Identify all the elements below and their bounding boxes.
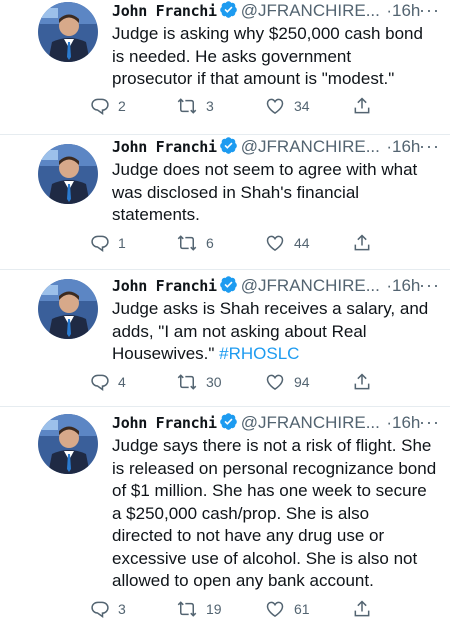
tweet-body: Judge says there is not a risk of flight… <box>112 436 437 590</box>
timestamp[interactable]: 16h <box>392 413 420 432</box>
reply-icon <box>91 235 109 252</box>
timestamp[interactable]: 16h <box>392 276 420 295</box>
like-button[interactable]: 61 <box>264 598 310 620</box>
avatar[interactable] <box>38 279 98 339</box>
tweet-text: Judge does not seem to agree with what w… <box>112 159 442 227</box>
share-button[interactable] <box>352 598 372 620</box>
retweet-button[interactable]: 6 <box>176 232 214 254</box>
verified-badge-icon <box>219 412 238 434</box>
more-options-icon[interactable]: ··· <box>419 275 440 296</box>
like-button[interactable]: 44 <box>264 232 310 254</box>
more-options-icon[interactable]: ··· <box>419 136 440 157</box>
verified-badge-icon <box>219 136 238 158</box>
tweet-actions: 1 6 44 <box>91 232 440 254</box>
share-icon <box>354 600 370 617</box>
reply-icon <box>91 601 109 618</box>
author-name[interactable]: John Franchi <box>112 414 217 432</box>
retweet-icon <box>177 235 197 251</box>
tweet-actions: 3 19 61 <box>91 598 440 620</box>
retweet-icon <box>177 374 197 390</box>
author-name[interactable]: John Franchi <box>112 277 217 295</box>
author-handle[interactable]: @JFRANCHIRE... <box>241 413 380 432</box>
reply-count: 4 <box>118 374 126 390</box>
reply-count: 2 <box>118 98 126 114</box>
retweet-count: 19 <box>206 601 222 617</box>
verified-badge-icon <box>219 0 238 22</box>
tweet-body: Judge does not seem to agree with what w… <box>112 160 418 224</box>
heart-icon <box>266 601 284 617</box>
retweet-icon <box>177 601 197 617</box>
tweet-header: John Franchi @JFRANCHIRE... ·16h <box>112 0 442 22</box>
like-count: 44 <box>294 235 310 251</box>
verified-badge-icon <box>219 275 238 297</box>
heart-icon <box>266 374 284 390</box>
avatar[interactable] <box>38 2 98 62</box>
like-button[interactable]: 34 <box>264 95 310 117</box>
more-options-icon[interactable]: ··· <box>419 0 440 21</box>
timestamp[interactable]: 16h <box>392 137 420 156</box>
tweet-body: Judge is asking why $250,000 cash bond i… <box>112 24 423 88</box>
tweet[interactable]: John Franchi @JFRANCHIRE... ·16h ··· Judg… <box>0 134 450 270</box>
more-options-icon[interactable]: ··· <box>419 412 440 433</box>
avatar[interactable] <box>38 144 98 204</box>
tweet[interactable]: John Franchi @JFRANCHIRE... ·16h ··· Judg… <box>0 269 450 407</box>
avatar[interactable] <box>38 414 98 474</box>
tweet-text: Judge is asking why $250,000 cash bond i… <box>112 23 442 91</box>
reply-button[interactable]: 4 <box>90 371 126 393</box>
share-button[interactable] <box>352 232 372 254</box>
retweet-button[interactable]: 19 <box>176 598 222 620</box>
author-handle[interactable]: @JFRANCHIRE... <box>241 1 380 20</box>
reply-button[interactable]: 3 <box>90 598 126 620</box>
like-count: 94 <box>294 374 310 390</box>
timestamp[interactable]: 16h <box>392 1 420 20</box>
retweet-count: 30 <box>206 374 222 390</box>
author-handle[interactable]: @JFRANCHIRE... <box>241 137 380 156</box>
tweet-header: John Franchi @JFRANCHIRE... ·16h <box>112 275 442 297</box>
tweet-text: Judge asks is Shah receives a salary, an… <box>112 298 442 366</box>
reply-icon <box>91 374 109 391</box>
reply-button[interactable]: 1 <box>90 232 126 254</box>
share-icon <box>354 234 370 251</box>
share-button[interactable] <box>352 371 372 393</box>
hashtag-link[interactable]: #RHOSLC <box>219 344 299 363</box>
reply-count: 3 <box>118 601 126 617</box>
tweet[interactable]: John Franchi @JFRANCHIRE... ·16h ··· Judg… <box>0 0 450 135</box>
reply-button[interactable]: 2 <box>90 95 126 117</box>
share-button[interactable] <box>352 95 372 117</box>
author-handle[interactable]: @JFRANCHIRE... <box>241 276 380 295</box>
retweet-button[interactable]: 3 <box>176 95 214 117</box>
reply-icon <box>91 98 109 115</box>
author-name[interactable]: John Franchi <box>112 2 217 20</box>
tweet-actions: 2 3 34 <box>91 95 440 117</box>
like-button[interactable]: 94 <box>264 371 310 393</box>
retweet-count: 6 <box>206 235 214 251</box>
share-icon <box>354 97 370 114</box>
tweet-text: Judge says there is not a risk of flight… <box>112 435 442 593</box>
share-icon <box>354 373 370 390</box>
heart-icon <box>266 235 284 251</box>
tweet-actions: 4 30 94 <box>91 371 440 393</box>
like-count: 34 <box>294 98 310 114</box>
retweet-button[interactable]: 30 <box>176 371 222 393</box>
retweet-icon <box>177 98 197 114</box>
tweet-header: John Franchi @JFRANCHIRE... ·16h <box>112 412 442 434</box>
like-count: 61 <box>294 601 310 617</box>
tweet[interactable]: John Franchi @JFRANCHIRE... ·16h ··· Judg… <box>0 406 450 640</box>
tweet-header: John Franchi @JFRANCHIRE... ·16h <box>112 136 442 158</box>
retweet-count: 3 <box>206 98 214 114</box>
reply-count: 1 <box>118 235 126 251</box>
author-name[interactable]: John Franchi <box>112 138 217 156</box>
heart-icon <box>266 98 284 114</box>
